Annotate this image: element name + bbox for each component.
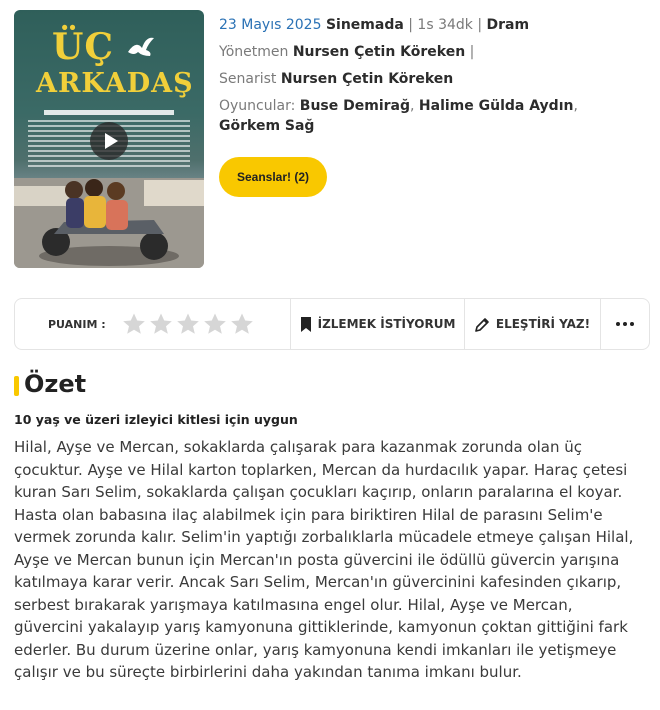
write-review-button[interactable]: ELEŞTİRİ YAZ! xyxy=(465,299,601,349)
release-date[interactable]: 23 Mayıs 2025 xyxy=(219,17,321,33)
bookmark-icon xyxy=(300,316,311,332)
poster-title-line2: ARKADAŞ xyxy=(36,68,194,99)
genre[interactable]: Dram xyxy=(487,17,530,33)
age-rating: 10 yaş ve üzeri izleyici kitlesi için uy… xyxy=(14,412,298,427)
release-venue: Sinemada xyxy=(325,17,404,33)
summary-title: Özet xyxy=(24,370,87,398)
summary-accent xyxy=(14,376,19,396)
movie-poster[interactable]: ÜÇ ARKADAŞ xyxy=(14,10,204,268)
poster-title-line1: ÜÇ xyxy=(52,26,115,68)
cast-member[interactable]: Görkem Sağ xyxy=(219,118,314,134)
pencil-icon xyxy=(475,317,489,332)
director-line: Yönetmen Nursen Çetin Köreken | xyxy=(219,44,475,60)
review-label: ELEŞTİRİ YAZ! xyxy=(495,317,591,331)
writer-label: Senarist xyxy=(219,71,277,87)
rating-label: PUANIM : xyxy=(48,317,106,331)
director-name[interactable]: Nursen Çetin Köreken xyxy=(293,44,465,60)
star-icon[interactable] xyxy=(203,312,227,336)
star-icon[interactable] xyxy=(122,312,146,336)
cast-label: Oyuncular: xyxy=(219,98,296,114)
sessions-button[interactable]: Seanslar! (2) xyxy=(219,157,327,197)
star-icon[interactable] xyxy=(230,312,254,336)
writer-line: Senarist Nursen Çetin Köreken xyxy=(219,69,453,89)
cast-member[interactable]: Buse Demirağ xyxy=(300,98,410,114)
writer-name[interactable]: Nursen Çetin Köreken xyxy=(281,71,453,87)
action-bar: PUANIM : İZLEMEK İSTİYORUM ELEŞTİRİ YAZ! xyxy=(14,298,650,350)
summary-text: Hilal, Ayşe ve Mercan, sokaklarda çalışa… xyxy=(14,438,634,681)
director-label: Yönetmen xyxy=(219,44,289,60)
duration: 1s 34dk xyxy=(417,17,473,33)
star-icon[interactable] xyxy=(176,312,200,336)
rating-section: PUANIM : xyxy=(15,299,291,349)
cast-member[interactable]: Halime Gülda Aydın xyxy=(419,98,574,114)
play-trailer-icon[interactable] xyxy=(90,122,128,160)
watchlist-button[interactable]: İZLEMEK İSTİYORUM xyxy=(291,299,465,349)
cast-line: Oyuncular: Buse Demirağ, Halime Gülda Ay… xyxy=(219,98,578,134)
star-icon[interactable] xyxy=(149,312,173,336)
rating-stars xyxy=(122,312,254,336)
dove-icon xyxy=(128,37,154,56)
more-dots-icon xyxy=(616,322,634,326)
more-options-button[interactable] xyxy=(601,299,649,349)
watchlist-label: İZLEMEK İSTİYORUM xyxy=(317,317,456,331)
release-line: 23 Mayıs 2025 Sinemada | 1s 34dk | Dram xyxy=(219,17,530,33)
